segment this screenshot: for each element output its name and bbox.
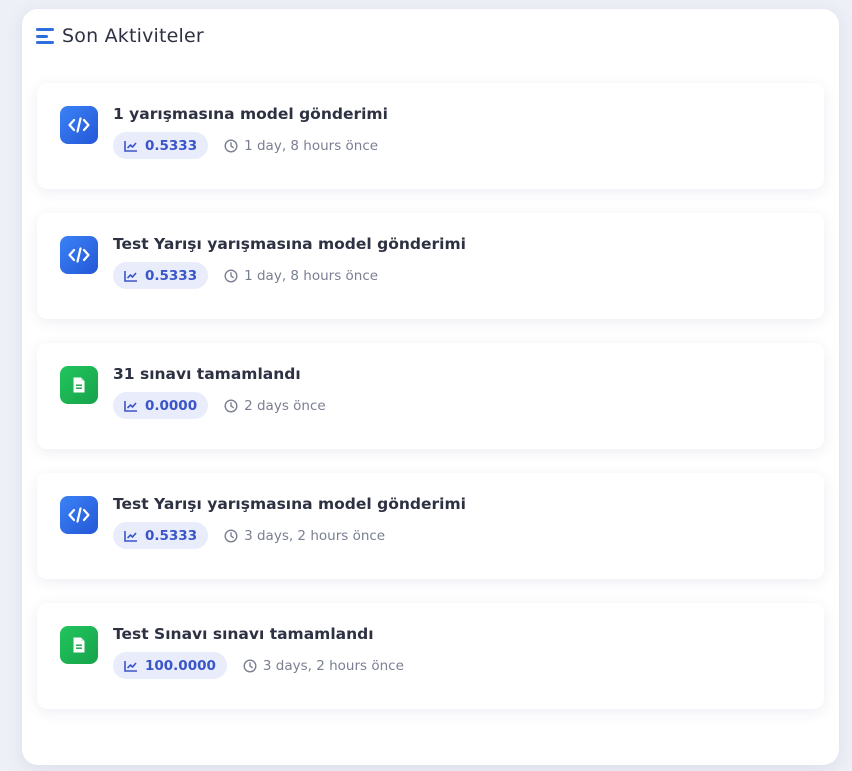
time-text: 3 days, 2 hours önce bbox=[244, 527, 386, 544]
score-badge: 0.5333 bbox=[113, 522, 209, 549]
activity-title: Test Yarışı yarışmasına model gönderimi bbox=[113, 235, 466, 253]
activity-item[interactable]: 31 sınavı tamamlandı 0.0000 2 days önce bbox=[37, 343, 824, 449]
list-icon bbox=[36, 27, 54, 45]
activity-meta: 0.0000 2 days önce bbox=[113, 392, 326, 419]
score-badge: 0.0000 bbox=[113, 392, 209, 419]
chart-line-icon bbox=[124, 400, 137, 412]
code-icon bbox=[60, 236, 98, 274]
activity-meta: 0.5333 1 day, 8 hours önce bbox=[113, 132, 378, 159]
activity-title: Test Sınavı sınavı tamamlandı bbox=[113, 625, 374, 643]
score-value: 100.0000 bbox=[145, 657, 216, 674]
chart-line-icon bbox=[124, 660, 137, 672]
activity-time: 3 days, 2 hours önce bbox=[243, 658, 404, 674]
activity-item[interactable]: Test Yarışı yarışmasına model gönderimi … bbox=[37, 213, 824, 319]
score-badge: 0.5333 bbox=[113, 132, 209, 159]
document-icon bbox=[60, 366, 98, 404]
score-value: 0.5333 bbox=[145, 527, 198, 544]
card-title: Son Aktiviteler bbox=[62, 25, 204, 47]
activity-item[interactable]: 1 yarışmasına model gönderimi 0.5333 1 d… bbox=[37, 83, 824, 189]
recent-activities-card: Son Aktiviteler 1 yarışmasına model gönd… bbox=[22, 9, 839, 765]
card-header: Son Aktiviteler bbox=[36, 21, 204, 51]
clock-icon bbox=[224, 398, 238, 413]
activity-title: 31 sınavı tamamlandı bbox=[113, 365, 301, 383]
score-value: 0.5333 bbox=[145, 137, 198, 154]
activity-time: 3 days, 2 hours önce bbox=[224, 528, 385, 544]
activity-item[interactable]: Test Yarışı yarışmasına model gönderimi … bbox=[37, 473, 824, 579]
activity-time: 1 day, 8 hours önce bbox=[224, 268, 378, 284]
code-icon bbox=[60, 496, 98, 534]
time-text: 2 days önce bbox=[244, 397, 326, 414]
chart-line-icon bbox=[124, 270, 137, 282]
activity-meta: 0.5333 1 day, 8 hours önce bbox=[113, 262, 378, 289]
chart-line-icon bbox=[124, 530, 137, 542]
score-badge: 0.5333 bbox=[113, 262, 209, 289]
clock-icon bbox=[224, 268, 238, 283]
time-text: 1 day, 8 hours önce bbox=[244, 267, 379, 284]
activity-item[interactable]: Test Sınavı sınavı tamamlandı 100.0000 3… bbox=[37, 603, 824, 709]
activity-title: Test Yarışı yarışmasına model gönderimi bbox=[113, 495, 466, 513]
document-icon bbox=[60, 626, 98, 664]
activity-time: 2 days önce bbox=[224, 398, 326, 414]
activity-meta: 0.5333 3 days, 2 hours önce bbox=[113, 522, 385, 549]
score-value: 0.5333 bbox=[145, 267, 198, 284]
activity-title: 1 yarışmasına model gönderimi bbox=[113, 105, 388, 123]
score-value: 0.0000 bbox=[145, 397, 198, 414]
chart-line-icon bbox=[124, 140, 137, 152]
clock-icon bbox=[243, 658, 257, 673]
activity-time: 1 day, 8 hours önce bbox=[224, 138, 378, 154]
time-text: 1 day, 8 hours önce bbox=[244, 137, 379, 154]
time-text: 3 days, 2 hours önce bbox=[262, 657, 404, 674]
clock-icon bbox=[224, 528, 238, 543]
score-badge: 100.0000 bbox=[113, 652, 227, 679]
clock-icon bbox=[224, 138, 238, 153]
activity-meta: 100.0000 3 days, 2 hours önce bbox=[113, 652, 404, 679]
activity-list: 1 yarışmasına model gönderimi 0.5333 1 d… bbox=[37, 83, 824, 733]
code-icon bbox=[60, 106, 98, 144]
